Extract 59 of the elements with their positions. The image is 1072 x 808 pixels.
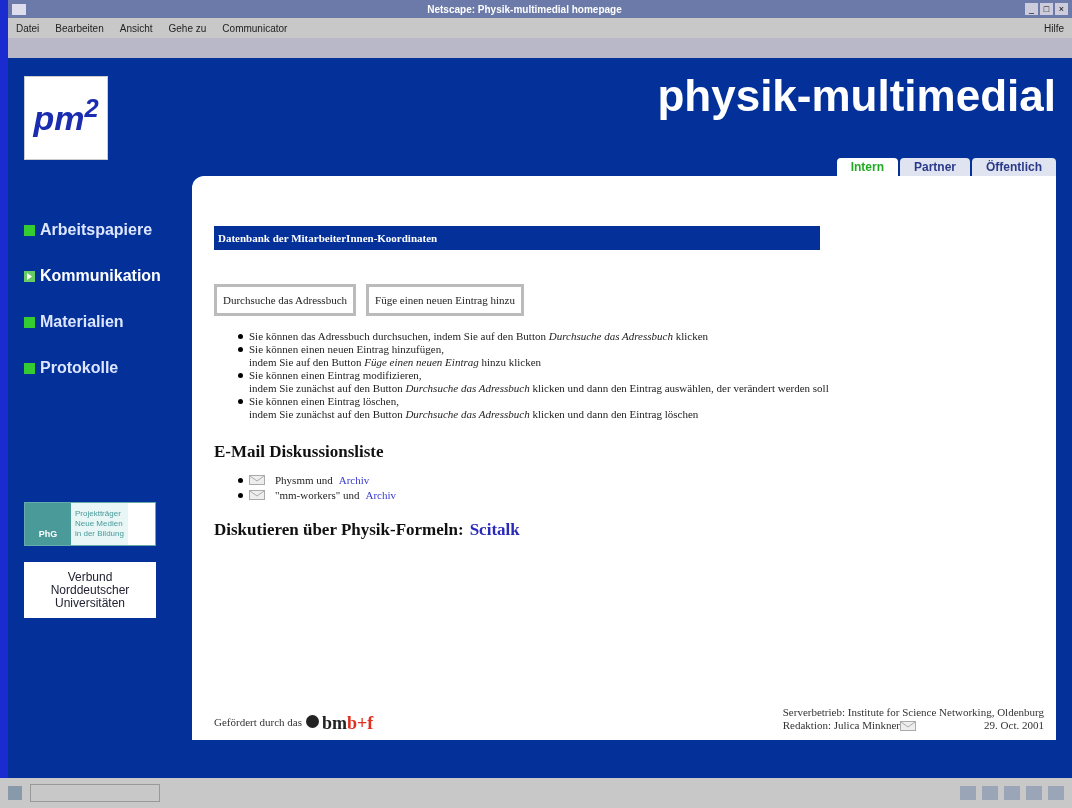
sponsor-logo[interactable]: bmb+f bbox=[321, 714, 374, 732]
window-control[interactable]: _ bbox=[1025, 3, 1038, 15]
date-text: 29. Oct. 2001 bbox=[984, 719, 1044, 732]
logo-text: pm$^{2}$ bbox=[33, 92, 99, 139]
window-control[interactable]: × bbox=[1055, 3, 1068, 15]
section-heading: Diskutieren über Physik-Formeln: bbox=[214, 518, 464, 541]
menu-item[interactable]: Bearbeiten bbox=[55, 20, 104, 36]
archive-link[interactable]: Archiv bbox=[338, 472, 370, 488]
instruction-text: Sie können einen neuen Eintrag hinzufügen, bbox=[249, 343, 445, 356]
mail-icon[interactable] bbox=[249, 490, 265, 500]
tab[interactable]: Partner bbox=[899, 158, 970, 176]
window-title: Netscape: Physik-multimedial homepage bbox=[426, 2, 623, 17]
section-heading: E-Mail Diskussionsliste bbox=[214, 441, 385, 463]
instruction-text: Sie können einen Eintrag löschen, bbox=[249, 395, 400, 408]
site-title: physik-multimedial bbox=[657, 74, 1056, 118]
funding-text: Gefördert durch das bbox=[214, 714, 302, 730]
window-menu-icon[interactable] bbox=[12, 3, 26, 15]
logo-text: PhG bbox=[38, 527, 58, 541]
menu-item[interactable]: Gehe zu bbox=[168, 20, 207, 36]
bullet-icon bbox=[238, 347, 243, 352]
instruction-text: Sie können einen Eintrag modifizieren, bbox=[249, 369, 423, 382]
menu-item[interactable]: Communicator bbox=[222, 20, 288, 36]
list-text: "mm-workers" und bbox=[275, 487, 360, 503]
bullet-icon bbox=[238, 492, 243, 498]
archive-link[interactable]: Archiv bbox=[365, 487, 396, 503]
instruction-text: indem Sie auf den Button Füge einen neuen Eintrag hinzu klicken bbox=[249, 356, 542, 369]
logo-text: Projektträger bbox=[75, 509, 122, 519]
window-control[interactable]: □ bbox=[1040, 3, 1053, 15]
bullet-icon bbox=[238, 334, 243, 339]
logo-text: Norddeutscher bbox=[50, 583, 130, 597]
instruction-text: indem Sie zunächst auf den Button Durchsuche das Adressbuch klicken und dann den Eintrag löschen bbox=[249, 408, 699, 421]
logo-text: in der Bildung bbox=[75, 529, 124, 539]
partner-logo[interactable]: Verbund Norddeutscher Universitäten bbox=[24, 562, 156, 618]
logo-text: Verbund bbox=[67, 570, 113, 584]
bullet-icon bbox=[238, 399, 243, 404]
bullet-icon bbox=[238, 477, 243, 483]
instruction-text: indem Sie zunächst auf den Button Durchsuche das Adressbuch klicken und dann den Eintrag auswählen, der verändert werden soll bbox=[249, 382, 829, 395]
nav-link[interactable]: Arbeitspapiere bbox=[40, 218, 153, 242]
action-button[interactable]: Füge einen neuen Eintrag hinzu bbox=[366, 284, 524, 316]
mail-icon[interactable] bbox=[249, 475, 265, 485]
logo-text: Universitäten bbox=[55, 596, 125, 610]
menu-item[interactable]: Ansicht bbox=[119, 20, 153, 36]
logo-text: Neue Medien bbox=[75, 519, 124, 529]
list-text: Physmm und bbox=[275, 472, 333, 488]
scitalk-link[interactable]: Scitalk bbox=[469, 516, 520, 542]
menu-item[interactable]: Hilfe bbox=[1044, 20, 1064, 36]
action-button[interactable]: Durchsuche das Adressbuch bbox=[214, 284, 357, 316]
nav-link[interactable]: Protokolle bbox=[40, 356, 119, 380]
nav-link[interactable]: Materialien bbox=[40, 310, 124, 334]
site-logo[interactable]: pm$^{2}$ bbox=[24, 76, 108, 160]
mail-icon[interactable] bbox=[900, 720, 917, 731]
nav-link[interactable]: Kommunikation bbox=[40, 264, 161, 288]
section-banner: Datenbank der MitarbeiterInnen-Koordinaten bbox=[214, 226, 820, 250]
editor-text: Redaktion: Julica Minkner bbox=[782, 719, 901, 732]
bullet-icon bbox=[238, 373, 243, 378]
tab[interactable]: Öffentlich bbox=[972, 158, 1056, 176]
instruction-text: Sie können das Adressbuch durchsuchen, indem Sie auf den Button Durchsuche das Adressbuch klicken bbox=[249, 330, 709, 343]
server-text: Serverbetrieb: Institute for Science Networking, Oldenburg bbox=[782, 706, 1044, 719]
menu-item[interactable]: Datei bbox=[16, 20, 40, 36]
